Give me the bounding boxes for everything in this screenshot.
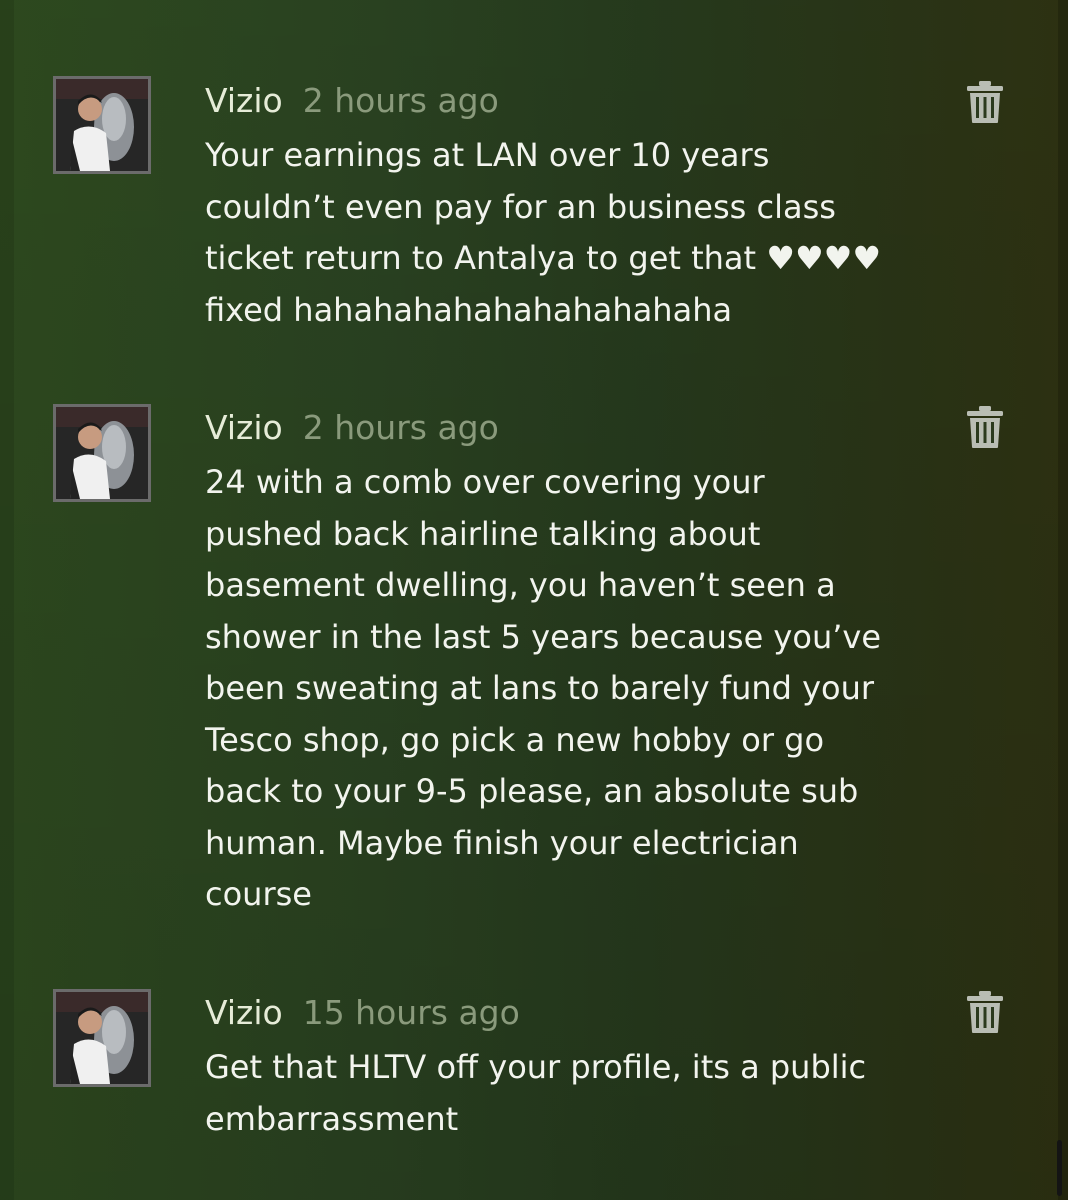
trash-icon [967,991,1003,1033]
avatar[interactable] [53,76,151,174]
comment-author[interactable]: Vizio [205,81,283,120]
comment-author[interactable]: Vizio [205,993,283,1032]
comment-timestamp: 15 hours ago [302,993,520,1032]
delete-button[interactable] [965,405,1005,451]
avatar-image [56,407,148,499]
avatar[interactable] [53,989,151,1087]
scrollbar[interactable] [1057,1140,1062,1196]
comment-text: 24 with a comb over covering your pushed… [205,463,882,913]
avatar[interactable] [53,404,151,502]
trash-icon [967,81,1003,123]
left-edge [0,0,14,1200]
comment-timestamp: 2 hours ago [302,81,499,120]
comment-author[interactable]: Vizio [205,408,283,447]
comment-header: Vizio 15 hours ago [205,990,520,1036]
trash-icon [967,406,1003,448]
comment-text: Your earnings at LAN over 10 years could… [205,136,881,329]
avatar-image [56,992,148,1084]
avatar-image [56,79,148,171]
comment-header: Vizio 2 hours ago [205,405,499,451]
comment-text: Get that HLTV off your profile, its a pu… [205,1048,867,1138]
comment-header: Vizio 2 hours ago [205,78,499,124]
delete-button[interactable] [965,990,1005,1036]
comment-timestamp: 2 hours ago [302,408,499,447]
delete-button[interactable] [965,80,1005,126]
right-edge [1058,0,1068,1200]
